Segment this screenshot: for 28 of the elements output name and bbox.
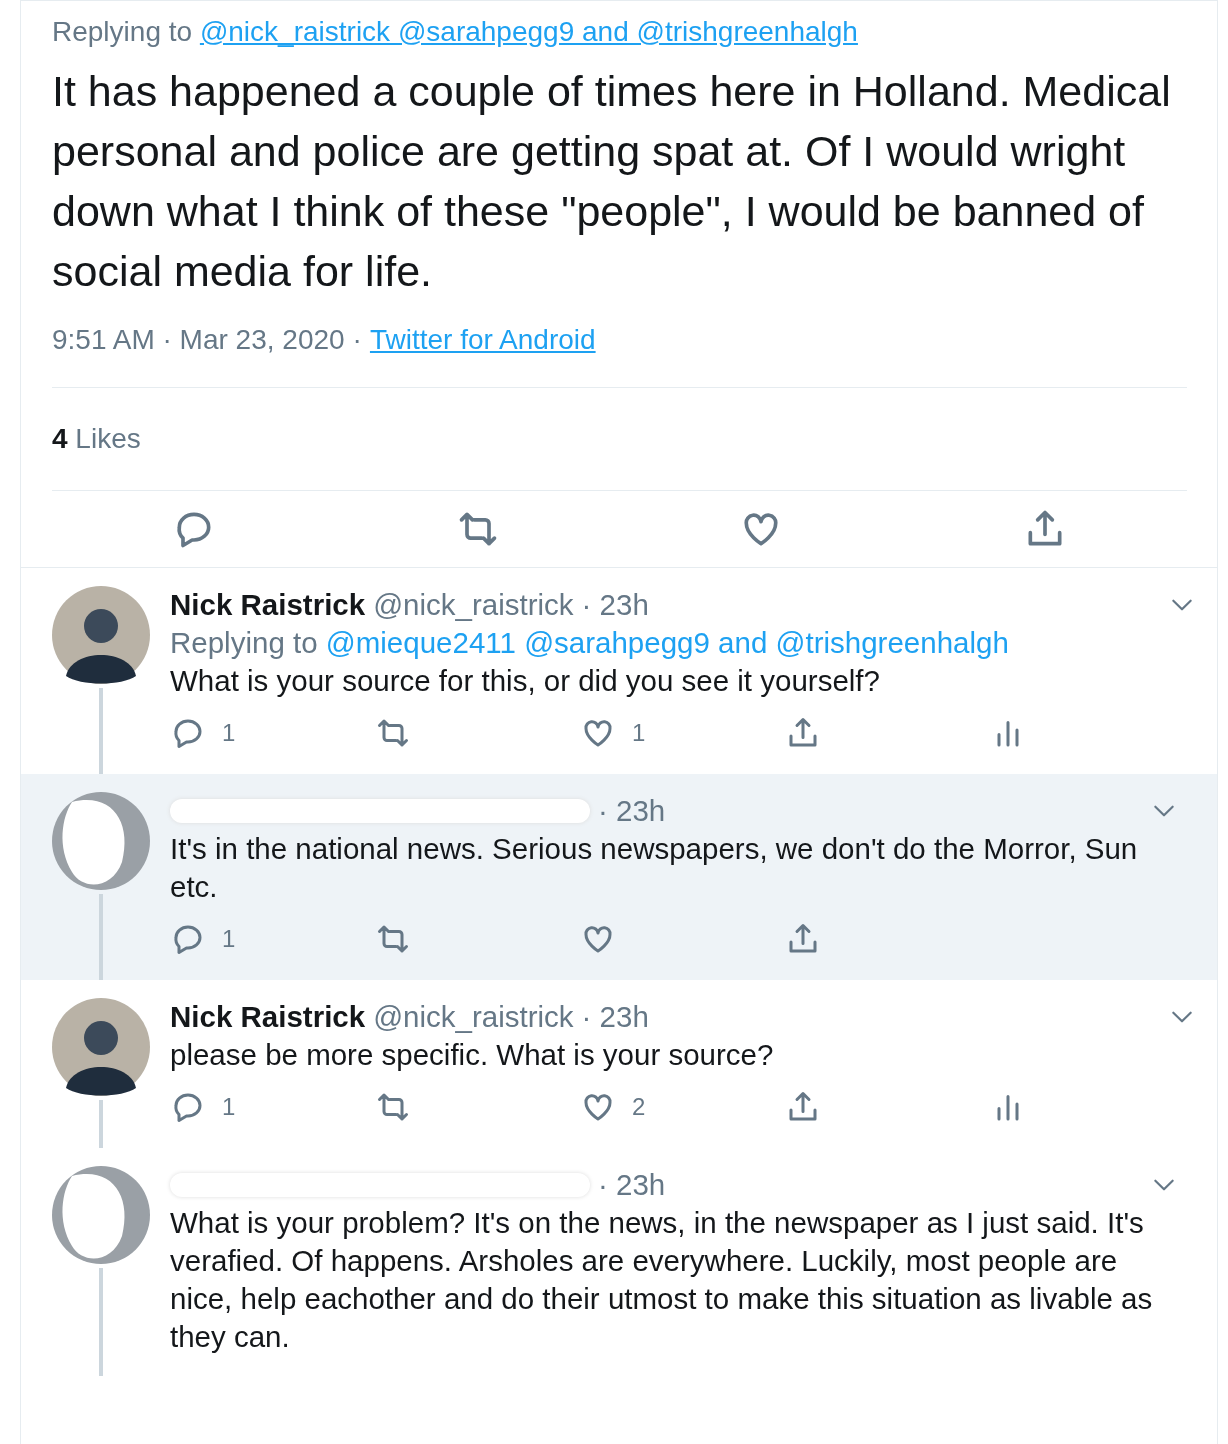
user-name[interactable]: Nick Raistrick bbox=[170, 586, 366, 624]
reply-text: please be more specific. What is your source? bbox=[170, 1037, 775, 1073]
replying-line: Replying to @mieque2411 @sarahpegg9 and @trishgreenhalgh bbox=[170, 625, 1010, 661]
tweet-text: It has happened a couple of times here in Holland. Medical personal and police are getting spat at. Of I would wright down what I think of these "people", I would be banned of social media for life. bbox=[52, 66, 1172, 297]
user-handle[interactable]: @nick_raistrick bbox=[373, 586, 574, 624]
avatar[interactable] bbox=[52, 998, 150, 1096]
like-count: 1 bbox=[632, 718, 646, 748]
replying-line: Replying to @nick_raistrick @sarahpegg9 and @trishgreenhalgh bbox=[52, 15, 859, 49]
user-name[interactable]: Nick Raistrick bbox=[170, 998, 366, 1036]
like-count: 2 bbox=[632, 1092, 646, 1122]
reply-row[interactable]: Nick Raistrick @nick_raistrick · 23h please be more specific. What is your source? 1 2 bbox=[21, 980, 1217, 1148]
reply-text: What is your source for this, or did you see it yourself? bbox=[170, 663, 881, 699]
reply-row[interactable]: · 23h It's in the national news. Serious newspapers, we don't do the Morror, Sun etc. 1 bbox=[21, 774, 1217, 980]
reply-count: 1 bbox=[222, 924, 236, 954]
post-time: · 23h bbox=[598, 793, 666, 829]
timestamp: 9:51 AM · Mar 23, 2020 bbox=[52, 323, 345, 357]
post-time: · 23h bbox=[581, 587, 649, 623]
avatar[interactable] bbox=[52, 586, 150, 684]
post-time: · 23h bbox=[581, 999, 649, 1035]
likes-count[interactable]: 4 Likes bbox=[52, 423, 141, 454]
reply-text: It's in the national news. Serious newspapers, we don't do the Morror, Sun etc. bbox=[170, 831, 1139, 905]
reply-text: What is your problem? It's on the news, in the newspaper as I just said. It's verafied. Of happens. Arsholes are everywhere. Luckily, most people are nice, help eachother and do their utmost to make this situation as livable as they can. bbox=[170, 1205, 1154, 1355]
user-handle[interactable]: @nick_raistrick bbox=[373, 998, 574, 1036]
reply-row[interactable]: Nick Raistrick @nick_raistrick · 23h Replying to @mieque2411 @sarahpegg9 and @trishgreenhalgh What is your source for this, or did you see it yourself? 1 1 bbox=[21, 568, 1217, 774]
separator-dot: · bbox=[352, 323, 362, 357]
reply-count: 1 bbox=[222, 718, 236, 748]
reply-count: 1 bbox=[222, 1092, 236, 1122]
post-time: · 23h bbox=[598, 1167, 666, 1203]
